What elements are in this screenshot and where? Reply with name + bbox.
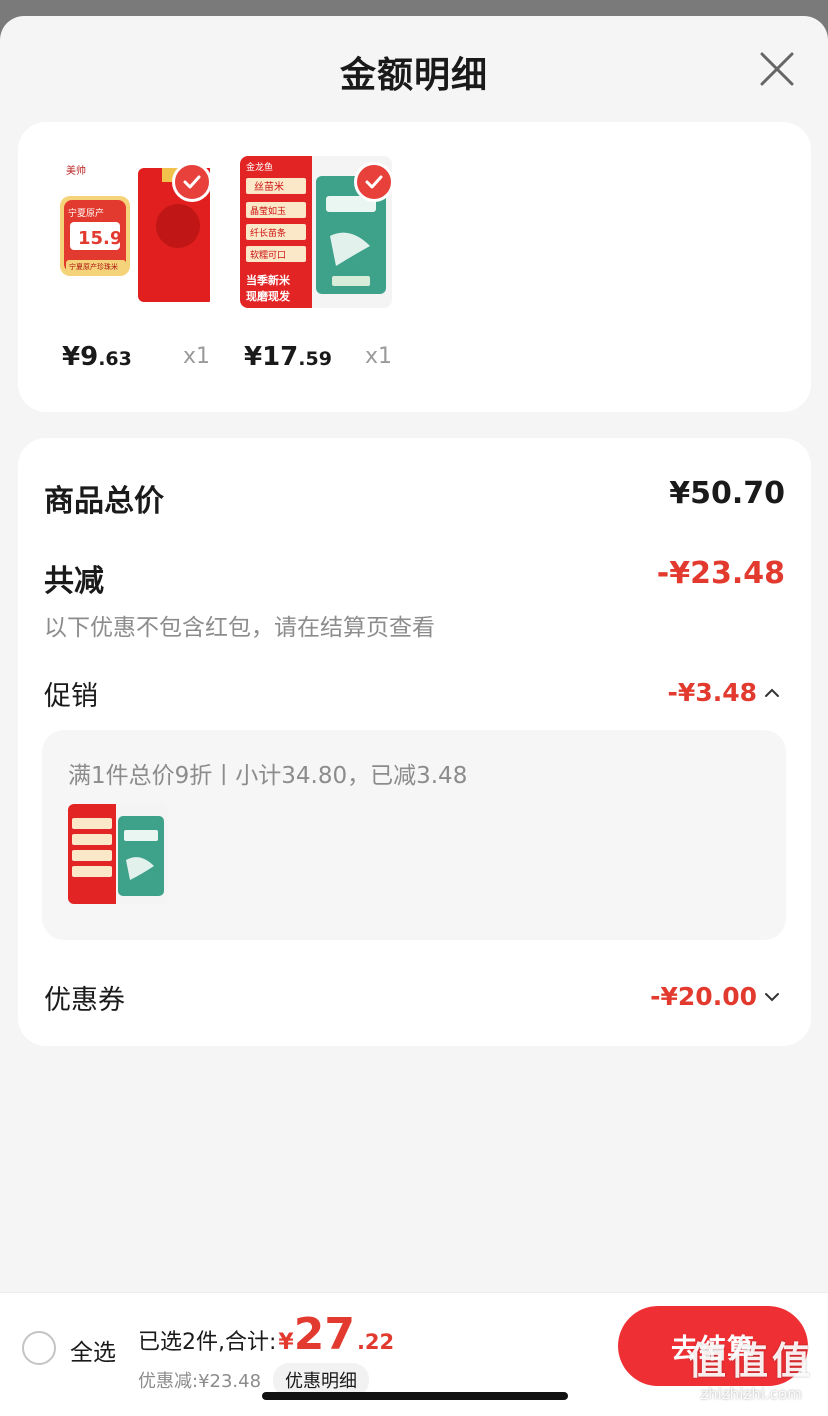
promotion-value: -¥3.48 <box>667 678 757 707</box>
promotion-toggle[interactable]: -¥3.48 <box>668 678 781 707</box>
price-badge-text: 15.9 <box>78 228 122 249</box>
close-button[interactable] <box>758 50 796 88</box>
footer-text: 宁夏原产珍珠米 <box>69 262 118 271</box>
coupon-label: 优惠券 <box>44 985 125 1016</box>
sheet-title: 金额明细 <box>339 55 488 96</box>
chevron-down-icon <box>765 992 779 1001</box>
product-quantity: x1 <box>182 344 210 369</box>
amount-detail-sheet: 金额明细 美帅 宁夏原产 15.9 宁夏原产珍珠米 ¥9.63 x1 金龙鱼 丝… <box>0 16 828 1416</box>
check-icon <box>183 175 201 189</box>
select-all-radio[interactable] <box>22 1331 56 1365</box>
selected-check-badge[interactable] <box>172 162 212 202</box>
watermark-url: zhizhizhi.com <box>700 1385 802 1403</box>
discount-amount: 优惠减:¥23.48 <box>138 1371 262 1392</box>
product-item[interactable]: 金龙鱼 丝苗米 晶莹如玉 纤长苗条 软糯可口 当季新米 现磨现发 ¥17.59 … <box>240 152 400 382</box>
reduction-note: 以下优惠不包含红包，请在结算页查看 <box>44 615 435 641</box>
total-decimal: .22 <box>356 1330 395 1354</box>
selected-total: 已选2件,合计: ¥ 27 .22 <box>138 1313 394 1357</box>
total-price-label: 商品总价 <box>44 484 164 519</box>
label-text: 晶莹如玉 <box>250 205 286 217</box>
coupon-value: -¥20.00 <box>650 982 757 1011</box>
chevron-up-icon <box>765 688 779 697</box>
total-price-value: ¥50.70 <box>669 476 785 511</box>
banner-line1: 当季新米 <box>246 273 291 287</box>
selected-check-badge[interactable] <box>354 162 394 202</box>
rice-bag-green-thumbnail <box>68 804 168 904</box>
tag-text: 宁夏原产 <box>68 207 104 219</box>
product-item[interactable]: 美帅 宁夏原产 15.9 宁夏原产珍珠米 ¥9.63 x1 <box>58 152 218 382</box>
home-indicator[interactable] <box>262 1392 568 1400</box>
price-summary-card: 商品总价 ¥50.70 共减 -¥23.48 以下优惠不包含红包，请在结算页查看… <box>18 438 811 1046</box>
brand-text: 美帅 <box>66 164 86 177</box>
product-quantity: x1 <box>364 344 392 369</box>
total-integer: 27 <box>293 1309 355 1360</box>
product-price: ¥17.59 <box>244 342 332 372</box>
label-text: 软糯可口 <box>250 249 286 261</box>
product-price: ¥9.63 <box>62 342 132 372</box>
close-icon <box>760 52 794 86</box>
watermark-logo: 值值值 <box>687 1339 814 1383</box>
total-reduction-value: -¥23.48 <box>656 556 785 591</box>
brand-text: 金龙鱼 <box>246 161 273 173</box>
label-text: 丝苗米 <box>254 180 284 193</box>
total-currency: ¥ <box>278 1330 294 1355</box>
check-icon <box>365 175 383 189</box>
promotion-detail-text: 满1件总价9折丨小计34.80，已减3.48 <box>68 763 468 789</box>
watermark: 值值值 zhizhizhi.com <box>688 1330 814 1403</box>
coupon-toggle[interactable]: -¥20.00 <box>650 982 781 1011</box>
selected-products-card: 美帅 宁夏原产 15.9 宁夏原产珍珠米 ¥9.63 x1 金龙鱼 丝苗米 晶莹… <box>18 122 811 412</box>
label-text: 纤长苗条 <box>250 227 286 239</box>
select-all-label[interactable]: 全选 <box>70 1333 116 1367</box>
banner-line2: 现磨现发 <box>246 289 291 303</box>
selected-count-text: 已选2件,合计: <box>138 1330 277 1355</box>
promotion-product-thumbnail[interactable] <box>68 804 168 904</box>
promotion-detail-box: 满1件总价9折丨小计34.80，已减3.48 <box>42 730 786 940</box>
promotion-label: 促销 <box>44 681 98 712</box>
total-reduction-label: 共减 <box>44 564 104 599</box>
